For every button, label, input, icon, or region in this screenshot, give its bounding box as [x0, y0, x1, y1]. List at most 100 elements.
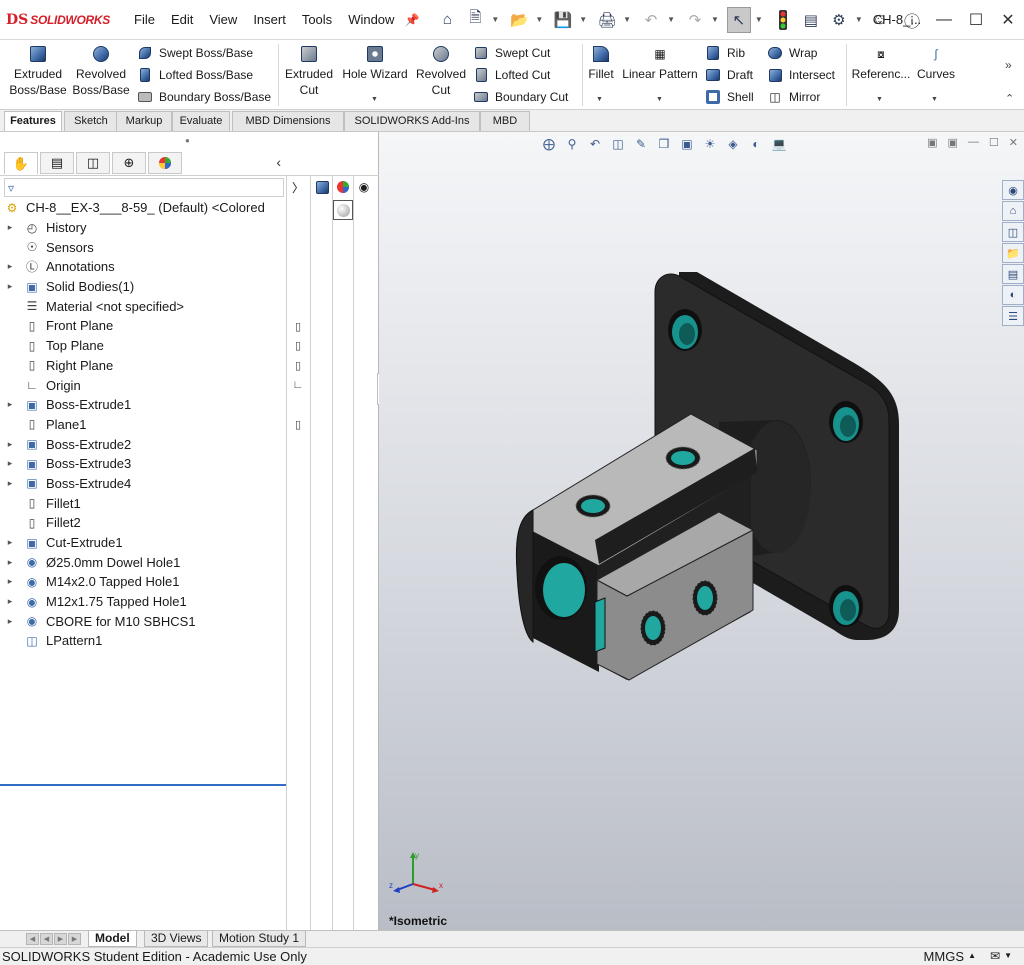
featuremanager-tab-icon[interactable]: ✋ — [4, 152, 38, 174]
fillet-dropdown-arrow[interactable]: ▼ — [596, 96, 603, 103]
expand-arrow-icon[interactable]: ▸ — [4, 576, 16, 587]
user-account-icon[interactable]: ☺ — [864, 11, 896, 29]
tab-features[interactable]: Features — [4, 111, 62, 131]
plane-visibility-icon[interactable]: ▯ — [291, 339, 305, 353]
options-gear-icon[interactable]: ⚙ — [827, 7, 851, 33]
save-dropdown-arrow[interactable]: ▼ — [579, 15, 587, 24]
origin-visibility-icon[interactable]: ∟ — [291, 378, 305, 392]
hole-wizard-button[interactable]: Hole Wizard — [340, 44, 410, 82]
last-tab-icon[interactable]: ▶ — [68, 933, 81, 945]
tree-item-lpattern1[interactable]: ◫ LPattern1 — [0, 631, 286, 651]
bottom-tab-3d-views[interactable]: 3D Views — [144, 931, 209, 947]
help-icon[interactable]: ⓘ — [896, 8, 928, 32]
plane-visibility-icon[interactable]: ▯ — [291, 359, 305, 373]
open-folder-icon[interactable]: 📂 — [507, 7, 531, 33]
expand-arrow-icon[interactable]: ▸ — [4, 399, 16, 410]
tree-root-part[interactable]: ⚙ CH-8__EX-3___8-59_ (Default) <Colored — [0, 198, 286, 218]
curves-button[interactable]: ∫ Curves — [914, 44, 958, 82]
tree-item-history[interactable]: ▸ ◴ History — [0, 218, 286, 238]
new-document-icon[interactable]: 🗎 — [463, 7, 487, 33]
expand-arrow-icon[interactable]: ▸ — [4, 478, 16, 489]
tree-item-right-plane[interactable]: ▯ Right Plane — [0, 356, 286, 376]
mirror-button[interactable]: ◫ Mirror — [766, 86, 820, 108]
options-dropdown-arrow[interactable]: ▼ — [855, 15, 863, 24]
tree-item-fillet1[interactable]: ▯ Fillet1 — [0, 493, 286, 513]
menu-window[interactable]: Window — [340, 0, 402, 40]
tree-item-cut-extrude1[interactable]: ▸ ▣ Cut-Extrude1 — [0, 533, 286, 553]
menu-insert[interactable]: Insert — [245, 0, 294, 40]
revolved-cut-button[interactable]: Revolved Cut — [414, 44, 468, 98]
undo-dropdown-arrow[interactable]: ▼ — [667, 15, 675, 24]
curves-dropdown-arrow[interactable]: ▼ — [931, 96, 938, 103]
tab-evaluate[interactable]: Evaluate — [172, 111, 230, 131]
extruded-boss-button[interactable]: Extruded Boss/Base — [8, 44, 68, 98]
unit-system[interactable]: MMGS — [924, 949, 964, 964]
propertymanager-tab-icon[interactable]: ▤ — [40, 152, 74, 174]
menu-tools[interactable]: Tools — [294, 0, 340, 40]
file-properties-icon[interactable]: ▤ — [799, 7, 823, 33]
swept-boss-button[interactable]: Swept Boss/Base — [136, 42, 253, 64]
linear-pattern-button[interactable]: ▦ Linear Pattern — [620, 44, 700, 82]
new-dropdown-arrow[interactable]: ▼ — [491, 15, 499, 24]
rollback-bar[interactable] — [0, 784, 286, 786]
bottom-tab-model[interactable]: Model — [88, 931, 137, 947]
tree-item-m12x1-75-tapped-hole1[interactable]: ▸ ◉ M12x1.75 Tapped Hole1 — [0, 592, 286, 612]
print-dropdown-arrow[interactable]: ▼ — [623, 15, 631, 24]
first-tab-icon[interactable]: ◀ — [26, 933, 39, 945]
boundary-boss-button[interactable]: Boundary Boss/Base — [136, 86, 271, 108]
appearance-swatch[interactable] — [333, 200, 353, 220]
expand-arrow-icon[interactable]: ▸ — [4, 557, 16, 568]
display-manager-tab-icon[interactable] — [148, 152, 182, 174]
bottom-tab-motion-study-1[interactable]: Motion Study 1 — [212, 931, 307, 947]
expand-arrow-icon[interactable]: ▸ — [4, 458, 16, 469]
tab-mbd[interactable]: MBD — [480, 111, 530, 131]
tree-item-front-plane[interactable]: ▯ Front Plane — [0, 316, 286, 336]
feature-filter-input[interactable]: ▿ — [4, 178, 284, 197]
tree-item-origin[interactable]: ∟ Origin — [0, 375, 286, 395]
collapse-panel-icon[interactable]: ‹ — [276, 154, 281, 170]
menu-edit[interactable]: Edit — [163, 0, 201, 40]
expand-arrow-icon[interactable]: ▸ — [4, 616, 16, 627]
swept-cut-button[interactable]: Swept Cut — [472, 42, 550, 64]
fillet-button[interactable]: Fillet — [584, 44, 618, 82]
wrap-button[interactable]: Wrap — [766, 42, 817, 64]
tree-item-boss-extrude3[interactable]: ▸ ▣ Boss-Extrude3 — [0, 454, 286, 474]
redo-icon[interactable]: ↷ — [683, 7, 707, 33]
configurationmanager-tab-icon[interactable]: ◫ — [76, 152, 110, 174]
graphics-area[interactable]: ⨁ ⚲ ↶ ◫ ✎ ❒ ▣ ☀ ◈ ◐ 💻 ▣ ▣ — ☐ ✕ ◉ ⌂ ◫ 📁 … — [379, 132, 1024, 930]
menu-view[interactable]: View — [201, 0, 245, 40]
select-cursor-icon[interactable]: ↖ — [726, 6, 751, 33]
maximize-icon[interactable]: ☐ — [960, 10, 992, 30]
rib-button[interactable]: Rib — [704, 42, 745, 64]
expand-arrow-icon[interactable]: ▸ — [4, 261, 16, 272]
tab-sketch[interactable]: Sketch — [64, 111, 118, 131]
reference-geometry-button[interactable]: ⧇ Referenc... — [850, 44, 912, 82]
expand-arrow-icon[interactable]: ▸ — [4, 439, 16, 450]
tree-item-fillet2[interactable]: ▯ Fillet2 — [0, 513, 286, 533]
dimxpert-tab-icon[interactable]: ⊕ — [112, 152, 146, 174]
solidworks-logo[interactable]: DS SOLIDWORKS — [0, 12, 120, 28]
open-dropdown-arrow[interactable]: ▼ — [535, 15, 543, 24]
panel-grip-icon[interactable]: ● — [185, 136, 190, 145]
lofted-cut-button[interactable]: Lofted Cut — [472, 64, 550, 86]
save-icon[interactable]: 💾 — [551, 7, 575, 33]
revolved-boss-button[interactable]: Revolved Boss/Base — [72, 44, 130, 98]
linear-pattern-dropdown-arrow[interactable]: ▼ — [656, 96, 663, 103]
close-icon[interactable]: ✕ — [992, 10, 1024, 30]
expand-arrow-icon[interactable]: ▸ — [4, 222, 16, 233]
select-dropdown-arrow[interactable]: ▼ — [755, 15, 763, 24]
ribbon-more-icon[interactable]: » — [1005, 58, 1012, 72]
undo-icon[interactable]: ↶ — [639, 7, 663, 33]
tree-item-annotations[interactable]: ▸ Ⓛ Annotations — [0, 257, 286, 277]
extruded-cut-button[interactable]: Extruded Cut — [282, 44, 336, 98]
tree-item-cbore-for-m10-sbhcs1[interactable]: ▸ ◉ CBORE for M10 SBHCS1 — [0, 611, 286, 631]
ribbon-collapse-icon[interactable]: ⌃ — [1005, 92, 1014, 105]
body-display-column-icon[interactable] — [313, 178, 331, 196]
tree-item-sensors[interactable]: ☉ Sensors — [0, 237, 286, 257]
expand-arrow-icon[interactable]: ▸ — [4, 537, 16, 548]
tree-item-m14x2-0-tapped-hole1[interactable]: ▸ ◉ M14x2.0 Tapped Hole1 — [0, 572, 286, 592]
intersect-button[interactable]: Intersect — [766, 64, 835, 86]
tab-markup[interactable]: Markup — [116, 111, 172, 131]
status-dropdown-arrow[interactable]: ▼ — [1004, 951, 1012, 960]
3d-part-model[interactable] — [379, 132, 1024, 930]
